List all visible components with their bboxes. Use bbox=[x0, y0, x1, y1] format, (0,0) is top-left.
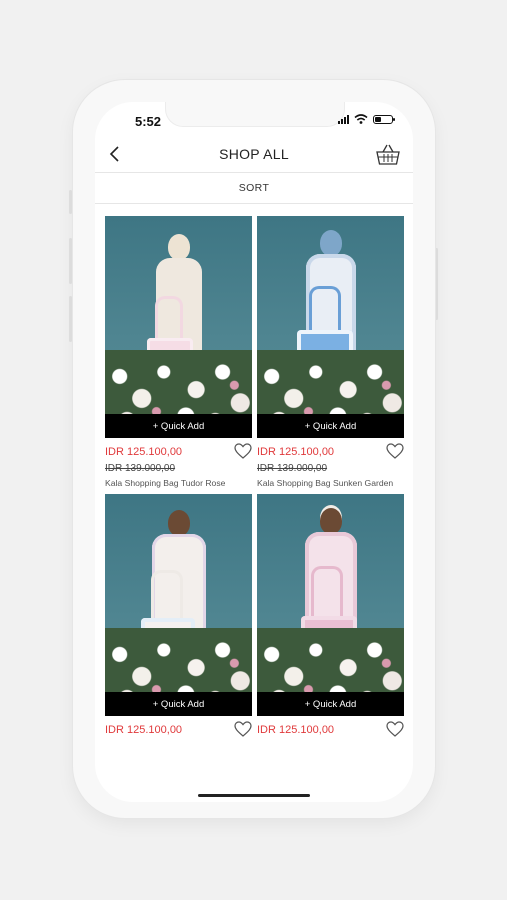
wifi-icon bbox=[354, 114, 368, 124]
quick-add-button[interactable]: + Quick Add bbox=[257, 414, 404, 438]
heart-icon[interactable] bbox=[386, 443, 404, 459]
product-card[interactable]: + Quick Add IDR 125.100,00 bbox=[105, 494, 252, 740]
product-name[interactable]: Kala Shopping Bag Tudor Rose bbox=[105, 478, 252, 488]
battery-icon bbox=[373, 114, 395, 124]
app-screen: 5:52 SHOP ALL SORT + Quick Add IDR 125.1… bbox=[95, 102, 413, 802]
sort-bar: SORT bbox=[95, 173, 413, 204]
status-time: 5:52 bbox=[135, 114, 162, 129]
quick-add-button[interactable]: + Quick Add bbox=[105, 414, 252, 438]
volume-up-button bbox=[69, 238, 72, 284]
back-arrow-icon[interactable] bbox=[105, 144, 125, 164]
status-icons bbox=[338, 114, 395, 124]
home-indicator[interactable] bbox=[198, 794, 310, 797]
shopping-basket-icon[interactable] bbox=[375, 142, 401, 166]
page-title: SHOP ALL bbox=[219, 146, 289, 162]
volume-down-button bbox=[69, 296, 72, 342]
heart-icon[interactable] bbox=[386, 721, 404, 737]
sale-price: IDR 125.100,00 bbox=[105, 724, 183, 736]
quick-add-button[interactable]: + Quick Add bbox=[105, 692, 252, 716]
product-card[interactable]: + Quick Add IDR 125.100,00 IDR 139.000,0… bbox=[257, 216, 404, 488]
original-price: IDR 139.000,00 bbox=[105, 463, 176, 474]
heart-icon[interactable] bbox=[234, 443, 252, 459]
product-image[interactable]: + Quick Add bbox=[105, 216, 252, 438]
original-price: IDR 139.000,00 bbox=[257, 463, 328, 474]
product-card[interactable]: + Quick Add IDR 125.100,00 IDR 139.000,0… bbox=[105, 216, 252, 488]
product-grid: + Quick Add IDR 125.100,00 IDR 139.000,0… bbox=[105, 216, 405, 740]
product-image[interactable]: + Quick Add bbox=[257, 494, 404, 716]
power-button bbox=[435, 248, 438, 320]
top-nav-bar: SHOP ALL bbox=[95, 136, 413, 173]
product-card[interactable]: + Quick Add IDR 125.100,00 bbox=[257, 494, 404, 740]
product-image[interactable]: + Quick Add bbox=[257, 216, 404, 438]
sale-price: IDR 125.100,00 bbox=[257, 446, 335, 458]
sale-price: IDR 125.100,00 bbox=[105, 446, 183, 458]
signal-icon bbox=[338, 114, 349, 124]
quick-add-button[interactable]: + Quick Add bbox=[257, 692, 404, 716]
sale-price: IDR 125.100,00 bbox=[257, 724, 335, 736]
notch bbox=[165, 102, 345, 127]
heart-icon[interactable] bbox=[234, 721, 252, 737]
product-name[interactable]: Kala Shopping Bag Sunken Garden bbox=[257, 478, 404, 488]
sort-button[interactable]: SORT bbox=[239, 182, 270, 194]
product-image[interactable]: + Quick Add bbox=[105, 494, 252, 716]
mute-switch bbox=[69, 190, 72, 214]
